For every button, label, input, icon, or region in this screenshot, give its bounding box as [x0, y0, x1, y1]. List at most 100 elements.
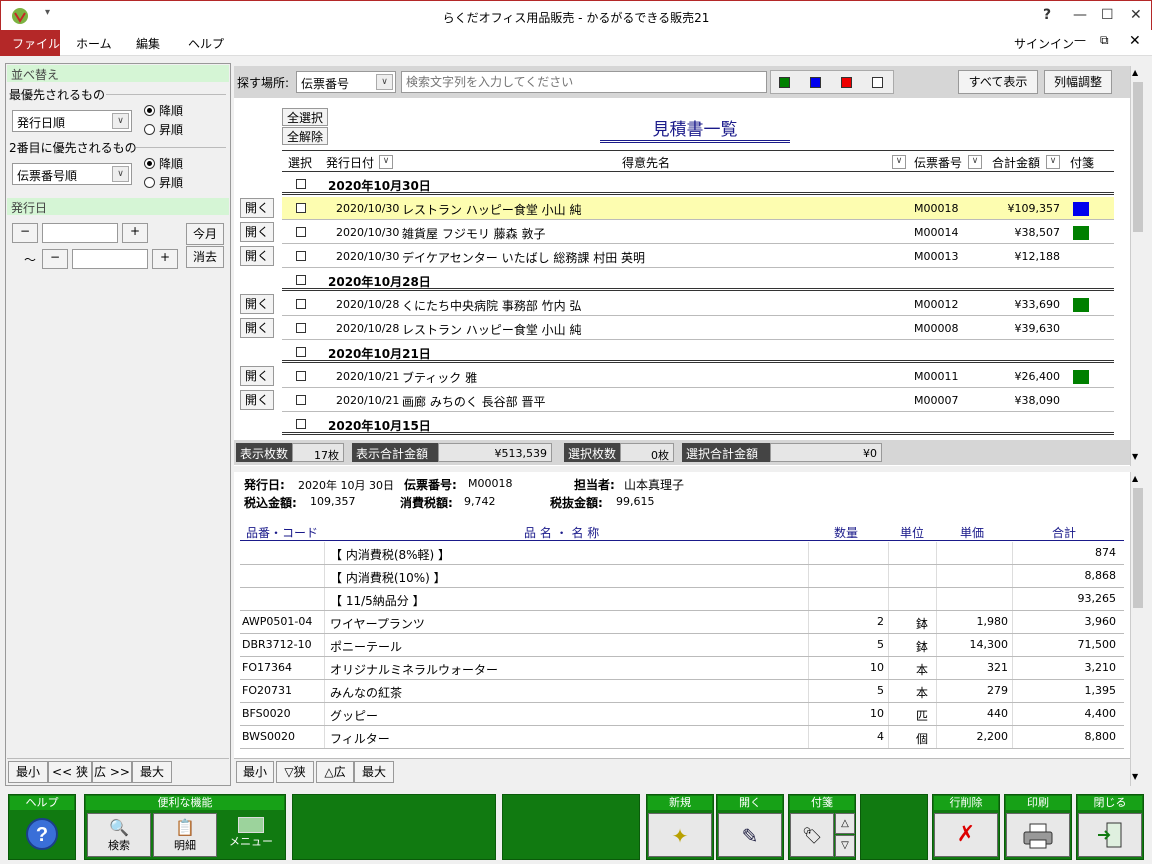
- search-input[interactable]: [401, 71, 767, 93]
- red-filter-button[interactable]: [841, 77, 852, 88]
- open-row-button[interactable]: 開く: [240, 390, 274, 410]
- table-row[interactable]: 2020/10/21 ブティック 雅 M00011 ¥26,400: [282, 365, 1114, 388]
- open-row-button[interactable]: 開く: [240, 246, 274, 266]
- search-button[interactable]: 🔍 検索: [87, 813, 151, 857]
- scroll-thumb[interactable]: [1133, 488, 1143, 608]
- from-date-plus-button[interactable]: +: [122, 223, 148, 243]
- from-date-minus-button[interactable]: −: [12, 223, 38, 243]
- help-button[interactable]: ?: [10, 813, 74, 857]
- detail-wide-button[interactable]: △広: [316, 761, 354, 783]
- table-row[interactable]: 2020/10/28 レストラン ハッピー食堂 小山 純 M00008 ¥39,630: [282, 317, 1114, 340]
- left-min-button[interactable]: 最小: [8, 761, 48, 783]
- close-window-icon[interactable]: ✕: [1130, 7, 1142, 23]
- detail-row[interactable]: DBR3712-10 ポニーテール 5 鉢 14,300 71,500: [240, 634, 1124, 657]
- deselect-all-button[interactable]: 全解除: [282, 127, 328, 145]
- row-checkbox[interactable]: [296, 323, 306, 333]
- column-adjust-button[interactable]: 列幅調整: [1044, 70, 1112, 94]
- blue-filter-button[interactable]: [810, 77, 821, 88]
- clear-date-button[interactable]: 消去: [186, 246, 224, 268]
- row-checkbox[interactable]: [296, 371, 306, 381]
- menu-help[interactable]: ヘルプ: [188, 35, 224, 52]
- table-row[interactable]: 2020/10/28 くにたち中央病院 事務部 竹内 弘 M00012 ¥33,690: [282, 293, 1114, 316]
- chevron-down-icon[interactable]: ∨: [968, 155, 982, 169]
- chevron-down-icon[interactable]: ∨: [892, 155, 906, 169]
- secondary-asc-radio[interactable]: 昇順: [144, 174, 183, 191]
- close-button[interactable]: [1078, 813, 1142, 857]
- detail-row[interactable]: 【 内消費税(10%) 】 8,868: [240, 565, 1124, 588]
- detail-min-button[interactable]: 最小: [236, 761, 274, 783]
- left-max-button[interactable]: 最大: [132, 761, 172, 783]
- ribbon-close-icon[interactable]: ✕: [1129, 33, 1141, 49]
- table-row[interactable]: 2020/10/21 画廊 みちのく 長谷部 晋平 M00007 ¥38,090: [282, 389, 1114, 412]
- maximize-icon[interactable]: ☐: [1101, 7, 1114, 23]
- group-checkbox[interactable]: [296, 179, 306, 189]
- new-button[interactable]: ✦: [648, 813, 712, 857]
- primary-asc-radio[interactable]: 昇順: [144, 121, 183, 138]
- ribbon-minimize-icon[interactable]: —: [1074, 33, 1086, 47]
- menu-button[interactable]: メニュー: [219, 813, 283, 857]
- delete-row-button[interactable]: ✗: [934, 813, 998, 857]
- scroll-up-icon[interactable]: ▲: [1132, 68, 1138, 77]
- scroll-down-icon[interactable]: ▼: [1132, 772, 1138, 781]
- to-date-minus-button[interactable]: −: [42, 249, 68, 269]
- secondary-desc-radio[interactable]: 降順: [144, 155, 183, 172]
- scroll-thumb[interactable]: [1133, 82, 1143, 232]
- row-checkbox[interactable]: [296, 227, 306, 237]
- minimize-icon[interactable]: —: [1073, 7, 1087, 23]
- green-filter-button[interactable]: [779, 77, 790, 88]
- left-wide-button[interactable]: 広 >>: [92, 761, 132, 783]
- select-all-button[interactable]: 全選択: [282, 108, 328, 126]
- table-row[interactable]: 2020/10/30 デイケアセンター いたばし 総務課 村田 英明 M00013 ¥…: [282, 245, 1114, 268]
- signin-link[interactable]: サインイン: [1014, 35, 1074, 52]
- detail-row[interactable]: 【 11/5納品分 】 93,265: [240, 588, 1124, 611]
- row-checkbox[interactable]: [296, 395, 306, 405]
- open-row-button[interactable]: 開く: [240, 198, 274, 218]
- detail-row[interactable]: FO20731 みんなの紅茶 5 本 279 1,395: [240, 680, 1124, 703]
- to-date-plus-button[interactable]: +: [152, 249, 178, 269]
- row-checkbox[interactable]: [296, 251, 306, 261]
- open-row-button[interactable]: 開く: [240, 294, 274, 314]
- help-icon[interactable]: ?: [1043, 7, 1051, 23]
- group-checkbox[interactable]: [296, 347, 306, 357]
- open-row-button[interactable]: 開く: [240, 318, 274, 338]
- this-month-button[interactable]: 今月: [186, 223, 224, 245]
- detail-max-button[interactable]: 最大: [354, 761, 394, 783]
- chevron-down-icon[interactable]: ∨: [379, 155, 393, 169]
- table-row[interactable]: 2020/10/30 レストラン ハッピー食堂 小山 純 M00018 ¥109,35…: [282, 197, 1114, 220]
- open-row-button[interactable]: 開く: [240, 222, 274, 242]
- primary-sort-select[interactable]: 発行日順 ∨: [12, 110, 132, 132]
- chevron-down-icon[interactable]: ∨: [1046, 155, 1060, 169]
- menu-file[interactable]: ファイル: [0, 30, 60, 56]
- row-checkbox[interactable]: [296, 203, 306, 213]
- search-field-select[interactable]: 伝票番号 ∨: [296, 71, 396, 93]
- tag-button[interactable]: 🏷: [790, 813, 834, 857]
- open-button[interactable]: ✎: [718, 813, 782, 857]
- scroll-up-icon[interactable]: ▲: [1132, 474, 1138, 483]
- col-date[interactable]: 発行日付: [326, 154, 374, 171]
- detail-row[interactable]: FO17364 オリジナルミネラルウォーター 10 本 321 3,210: [240, 657, 1124, 680]
- menu-edit[interactable]: 編集: [136, 35, 160, 52]
- detail-scrollbar[interactable]: ▲ ▼: [1130, 472, 1145, 786]
- group-checkbox[interactable]: [296, 419, 306, 429]
- scroll-down-icon[interactable]: ▼: [1132, 452, 1138, 461]
- from-date-input[interactable]: [42, 223, 118, 243]
- open-row-button[interactable]: 開く: [240, 366, 274, 386]
- group-checkbox[interactable]: [296, 275, 306, 285]
- print-button[interactable]: [1006, 813, 1070, 857]
- tag-down-button[interactable]: ▽: [835, 835, 855, 857]
- menu-home[interactable]: ホーム: [76, 35, 112, 52]
- ribbon-restore-icon[interactable]: ⧉: [1100, 33, 1109, 48]
- secondary-sort-select[interactable]: 伝票番号順 ∨: [12, 163, 132, 185]
- primary-desc-radio[interactable]: 降順: [144, 102, 183, 119]
- detail-narrow-button[interactable]: ▽狭: [276, 761, 314, 783]
- white-filter-button[interactable]: [872, 77, 883, 88]
- detail-row[interactable]: BWS0020 フィルター 4 個 2,200 8,800: [240, 726, 1124, 749]
- list-scrollbar[interactable]: ▲ ▼: [1130, 66, 1145, 466]
- show-all-button[interactable]: すべて表示: [958, 70, 1038, 94]
- tag-up-button[interactable]: △: [835, 813, 855, 834]
- row-checkbox[interactable]: [296, 299, 306, 309]
- detail-row[interactable]: AWP0501-04 ワイヤープランツ 2 鉢 1,980 3,960: [240, 611, 1124, 634]
- detail-row[interactable]: BFS0020 グッピー 10 匹 440 4,400: [240, 703, 1124, 726]
- left-narrow-button[interactable]: << 狭: [48, 761, 92, 783]
- table-row[interactable]: 2020/10/30 雑貨屋 フジモリ 藤森 敦子 M00014 ¥38,507: [282, 221, 1114, 244]
